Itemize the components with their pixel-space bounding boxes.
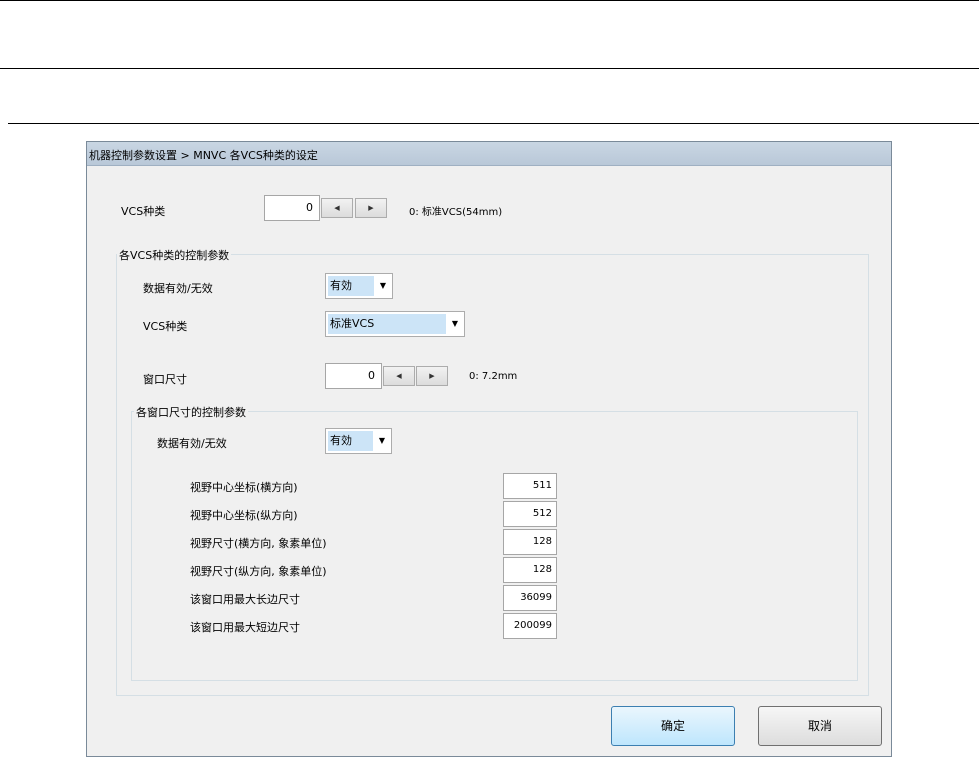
- chevron-down-icon: ▼: [378, 436, 386, 445]
- data-valid-label: 数据有効/无效: [143, 282, 213, 295]
- field-label: 视野尺寸(横方向, 象素单位): [190, 537, 327, 550]
- vcs-kind-value: 标准VCS: [328, 314, 446, 334]
- field-input[interactable]: 512: [503, 501, 557, 527]
- data-valid-value: 有効: [328, 276, 374, 296]
- rule-2: [0, 68, 979, 69]
- top-rule: [0, 0, 979, 1]
- window-size-note: 0: 7.2mm: [469, 371, 518, 382]
- field-label: 视野中心坐标(横方向): [190, 481, 298, 494]
- ok-button[interactable]: 确定: [611, 706, 735, 746]
- spin-right-icon[interactable]: ▶: [416, 366, 448, 386]
- vcs-type-input[interactable]: 0: [264, 195, 320, 221]
- spin-right-icon[interactable]: ▶: [355, 198, 387, 218]
- settings-dialog: 机器控制参数设置 > MNVC 各VCS种类的设定 VCS种类 0 ◀ ▶ 0:…: [86, 141, 892, 757]
- window-params-group-title: 各窗口尺寸的控制参数: [134, 404, 248, 420]
- rule-3: [8, 123, 979, 124]
- vcs-params-group-title: 各VCS种类的控制参数: [117, 247, 232, 263]
- spin-left-icon[interactable]: ◀: [321, 198, 353, 218]
- data-valid-select[interactable]: 有効 ▼: [325, 273, 393, 299]
- spin-left-icon[interactable]: ◀: [383, 366, 415, 386]
- cancel-button[interactable]: 取消: [758, 706, 882, 746]
- dialog-client: VCS种类 0 ◀ ▶ 0: 标准VCS(54mm) 各VCS种类的控制参数 数…: [87, 166, 891, 756]
- field-label: 视野尺寸(纵方向, 象素单位): [190, 565, 327, 578]
- field-input[interactable]: 511: [503, 473, 557, 499]
- field-label: 该窗口用最大短边尺寸: [190, 621, 300, 634]
- vcs-type-note: 0: 标准VCS(54mm): [409, 207, 503, 218]
- field-input[interactable]: 36099: [503, 585, 557, 611]
- chevron-down-icon: ▼: [379, 281, 387, 290]
- field-label: 该窗口用最大长边尺寸: [190, 593, 300, 606]
- field-input[interactable]: 128: [503, 557, 557, 583]
- window-size-input[interactable]: 0: [325, 363, 382, 389]
- field-input[interactable]: 200099: [503, 613, 557, 639]
- chevron-down-icon: ▼: [451, 319, 459, 328]
- vcs-type-label: VCS种类: [121, 205, 166, 218]
- vcs-kind-label: VCS种类: [143, 320, 188, 333]
- title-bar: 机器控制参数设置 > MNVC 各VCS种类的设定: [87, 142, 891, 166]
- field-label: 视野中心坐标(纵方向): [190, 509, 298, 522]
- field-input[interactable]: 128: [503, 529, 557, 555]
- window-data-valid-select[interactable]: 有効 ▼: [325, 428, 392, 454]
- window-size-label: 窗口尺寸: [143, 373, 187, 386]
- window-data-valid-value: 有効: [328, 431, 373, 451]
- vcs-kind-select[interactable]: 标准VCS ▼: [325, 311, 465, 337]
- window-data-valid-label: 数据有効/无效: [157, 437, 227, 450]
- window-title: 机器控制参数设置 > MNVC 各VCS种类的设定: [89, 149, 318, 162]
